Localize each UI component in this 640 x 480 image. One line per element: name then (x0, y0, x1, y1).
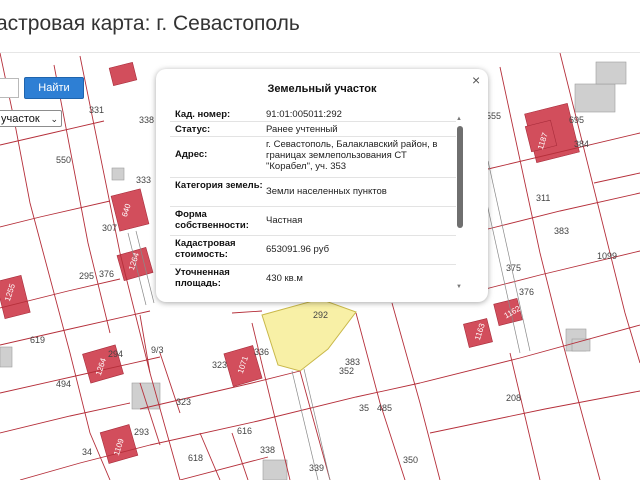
map-label: 376 (99, 269, 114, 279)
info-key: Категория земель: (175, 180, 263, 191)
map-label: 550 (56, 155, 71, 165)
map-label: 307 (102, 223, 117, 233)
map-label: 352 (339, 366, 354, 376)
map-label: 695 (569, 115, 584, 125)
info-row-land-category: Категория земель: Земли населенных пункт… (170, 178, 456, 207)
search-input[interactable] (0, 78, 19, 98)
map-label: 295 (79, 271, 94, 281)
info-key: Форма собственности: (175, 209, 249, 231)
info-key: Адрес: (175, 149, 208, 160)
map-label: 338 (260, 445, 275, 455)
info-value: Ранее учтенный (266, 124, 338, 135)
map-label: 311 (536, 193, 550, 203)
map-label: 384 (574, 139, 589, 149)
map-label: 336 (254, 347, 269, 357)
info-row-ownership: Форма собственности: Частная (170, 207, 456, 236)
info-row-status: Статус: Ранее учтенный (170, 122, 456, 137)
info-value: Частная (266, 215, 303, 226)
selected-parcel[interactable] (261, 298, 357, 372)
map-label: 208 (506, 393, 521, 403)
scroll-up-icon[interactable]: ▲ (456, 116, 462, 122)
map-label: 9/3 (151, 345, 164, 355)
map-label: 1099 (597, 251, 617, 261)
map-label: 618 (188, 453, 203, 463)
map-label: 375 (506, 263, 521, 273)
parcel-info-popup: Земельный участок × Кад. номер: 91:01:00… (156, 69, 488, 302)
map-label: 292 (313, 310, 328, 320)
scroll-down-icon[interactable]: ▼ (456, 284, 462, 290)
map-label: 555 (486, 111, 501, 121)
scroll-thumb[interactable] (457, 126, 463, 228)
map-label: 323 (176, 397, 191, 407)
map-label: 333 (136, 175, 151, 185)
map-label: 376 (519, 287, 534, 297)
search-button[interactable]: Найти (24, 77, 84, 99)
info-row-cadastral-number: Кад. номер: 91:01:005011:292 (170, 107, 456, 122)
map-label: 35 (359, 403, 369, 413)
page-title: астровая карта: г. Севастополь (0, 12, 300, 35)
map-label: 383 (554, 226, 569, 236)
close-icon[interactable]: × (472, 73, 480, 87)
info-key: Статус: (175, 124, 211, 135)
map-label: 294 (108, 349, 123, 359)
map-label: 494 (56, 379, 71, 389)
map-label: 34 (82, 447, 92, 457)
chevron-down-icon: ⌄ (50, 114, 58, 124)
map-label: 323 (212, 360, 227, 370)
info-value: 91:01:005011:292 (266, 109, 342, 120)
map-label: 338 (139, 115, 154, 125)
map-label: 339 (309, 463, 324, 473)
popup-info-table: Кад. номер: 91:01:005011:292 Статус: Ран… (170, 107, 456, 287)
info-value: 653091.96 руб (266, 244, 330, 255)
map-label: 485 (377, 403, 392, 413)
info-value: 430 кв.м (266, 273, 303, 284)
info-row-cadastral-value: Кадастровая стоимость: 653091.96 руб (170, 236, 456, 265)
info-value: Земли населенных пунктов (266, 186, 387, 197)
info-row-area: Уточненная площадь: 430 кв.м (170, 265, 456, 287)
popup-title: Земельный участок (267, 83, 377, 95)
info-key: Кадастровая стоимость: (175, 238, 236, 260)
map-label: 619 (30, 335, 45, 345)
map-label: 331 (89, 105, 104, 115)
info-value: г. Севастополь, Балаклавский район, в гр… (266, 139, 438, 172)
map-label: 293 (134, 427, 149, 437)
select-value: участок (1, 113, 40, 125)
info-key: Кад. номер: (175, 109, 231, 120)
info-key: Уточненная площадь: (175, 267, 230, 287)
popup-scrollbar[interactable]: ▲ ▼ (456, 116, 464, 294)
info-row-address: Адрес: г. Севастополь, Балаклавский райо… (170, 137, 456, 178)
object-type-select[interactable]: участок ⌄ (0, 110, 62, 127)
map-label: 350 (403, 455, 418, 465)
header: астровая карта: г. Севастополь (0, 0, 640, 52)
map-label: 616 (237, 426, 252, 436)
